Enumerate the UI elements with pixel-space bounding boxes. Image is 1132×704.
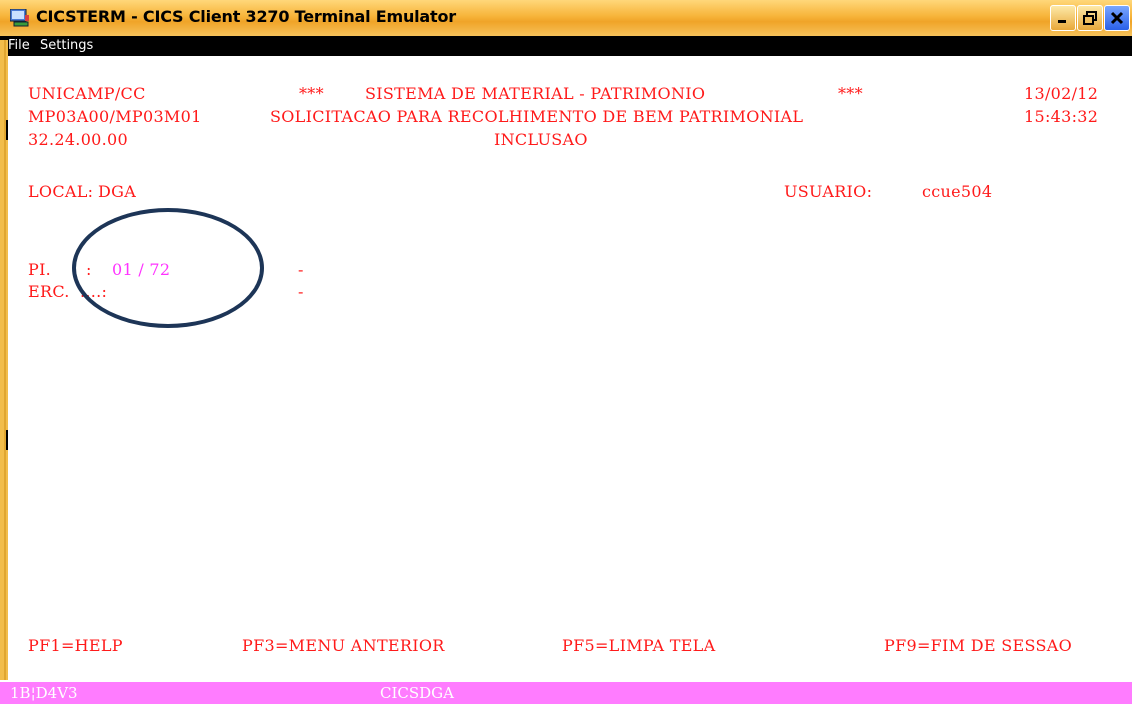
close-icon xyxy=(1110,11,1124,25)
pf9-end-session[interactable]: PF9=FIM DE SESSAO xyxy=(884,636,1072,655)
minimize-icon xyxy=(1058,20,1066,23)
time-value: 15:43:32 xyxy=(1024,107,1099,126)
pf1-help[interactable]: PF1=HELP xyxy=(28,636,123,655)
local-label: LOCAL: xyxy=(28,182,94,201)
date-value: 13/02/12 xyxy=(1024,84,1099,103)
user-value: ccue504 xyxy=(922,182,993,201)
pf3-previous-menu[interactable]: PF3=MENU ANTERIOR xyxy=(242,636,445,655)
close-button[interactable] xyxy=(1104,5,1130,31)
screen-subtitle: SOLICITACAO PARA RECOLHIMENTO DE BEM PAT… xyxy=(270,107,804,126)
terminal-screen[interactable] xyxy=(8,80,1132,680)
window-left-border xyxy=(0,40,8,680)
terminal-window: CICSTERM - CICS Client 3270 Terminal Emu… xyxy=(0,0,1132,704)
pi-description-dash: - xyxy=(298,260,304,279)
org-label: UNICAMP/CC xyxy=(28,84,146,103)
stars-left: *** xyxy=(299,84,324,103)
window-title: CICSTERM - CICS Client 3270 Terminal Emu… xyxy=(36,7,456,26)
status-bar: 1B¦D4V3 CICSDGA xyxy=(0,682,1132,704)
erc-description-dash: - xyxy=(298,282,304,301)
status-terminal-name: CICSDGA xyxy=(380,684,454,702)
restore-button[interactable] xyxy=(1077,5,1103,31)
terminal-app-icon xyxy=(10,9,29,27)
minimize-button[interactable] xyxy=(1050,5,1076,31)
stars-right: *** xyxy=(838,84,863,103)
local-value: DGA xyxy=(98,182,137,201)
menu-bar: File Settings xyxy=(0,36,1132,56)
menu-file[interactable]: File xyxy=(8,38,30,53)
user-label: USUARIO: xyxy=(784,182,873,201)
program-id: MP03A00/MP03M01 xyxy=(28,107,202,126)
restore-icon xyxy=(1083,11,1097,25)
system-title: SISTEMA DE MATERIAL - PATRIMONIO xyxy=(365,84,706,103)
status-session-id: 1B¦D4V3 xyxy=(10,684,78,702)
code-value: 32.24.00.00 xyxy=(28,130,128,149)
mode-label: INCLUSAO xyxy=(494,130,588,149)
annotation-circle xyxy=(72,208,264,328)
erc-label: ERC. xyxy=(28,282,70,301)
menu-settings[interactable]: Settings xyxy=(40,38,93,53)
title-bar[interactable]: CICSTERM - CICS Client 3270 Terminal Emu… xyxy=(0,0,1132,36)
pf5-clear-screen[interactable]: PF5=LIMPA TELA xyxy=(562,636,715,655)
pi-label: PI. xyxy=(28,260,52,279)
